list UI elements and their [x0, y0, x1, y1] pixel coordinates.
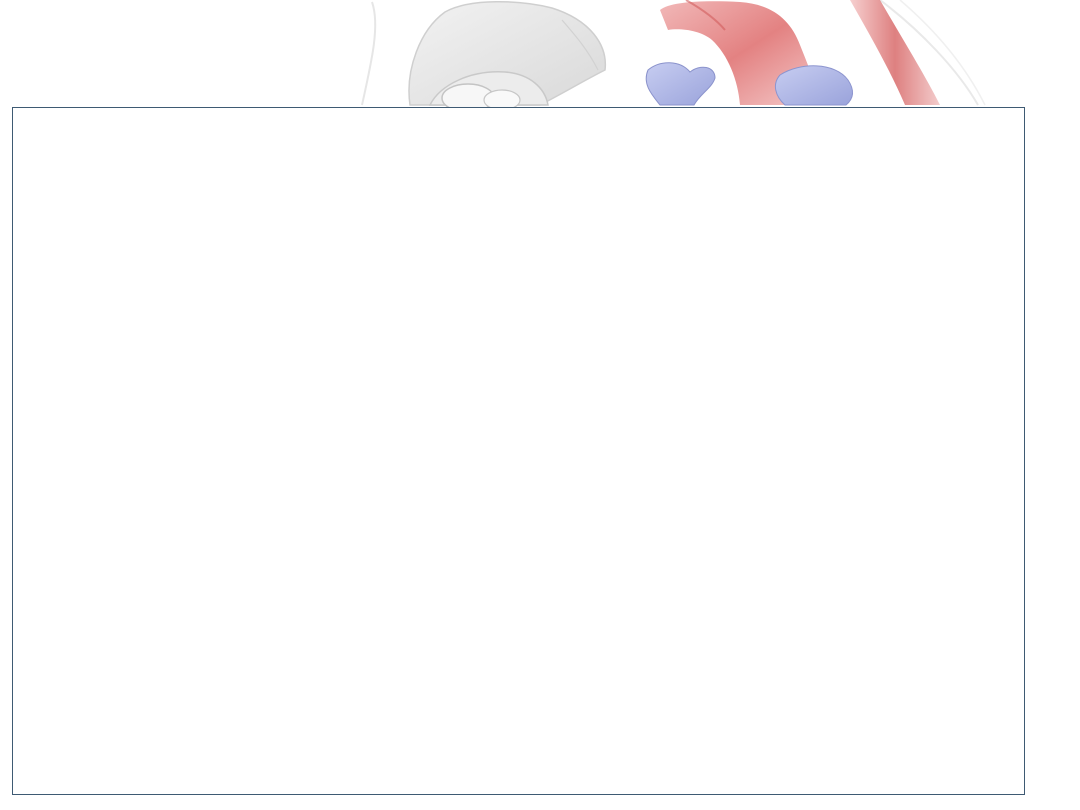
slide	[0, 0, 1080, 810]
content-box	[12, 107, 1025, 795]
